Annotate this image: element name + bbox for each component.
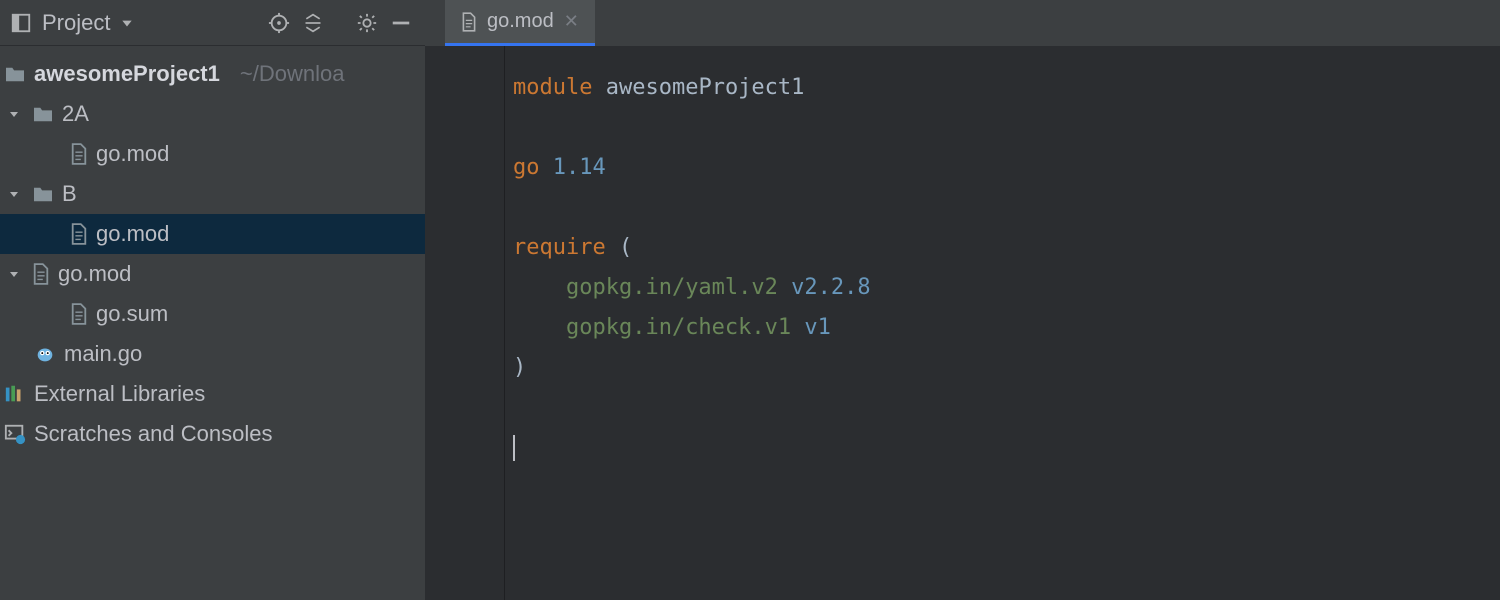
code-paren: ): [513, 355, 526, 380]
code-version: v2.2.8: [791, 275, 870, 300]
tree-external-libraries[interactable]: External Libraries: [0, 374, 425, 414]
code-keyword: go: [513, 155, 540, 180]
tree-file-gosum[interactable]: go.sum: [0, 294, 425, 334]
project-root-hint: ~/Downloa: [240, 61, 345, 87]
tree-item-label: go.mod: [96, 221, 169, 247]
code-package: gopkg.in/yaml.v2: [566, 275, 778, 300]
editor-body[interactable]: module awesomeProject1 go 1.14 require (…: [425, 46, 1500, 600]
project-toolbar: Project: [0, 0, 425, 46]
tree-item-label: go.mod: [96, 141, 169, 167]
chevron-down-icon[interactable]: [4, 108, 24, 120]
project-tree: awesomeProject1 ~/Downloa 2A go.mod: [0, 46, 425, 600]
tree-item-label: B: [62, 181, 77, 207]
project-sidebar: Project: [0, 0, 425, 600]
tree-item-label: Scratches and Consoles: [34, 421, 272, 447]
code-version: v1: [804, 315, 831, 340]
tree-item-label: 2A: [62, 101, 89, 127]
editor-tab-bar: go.mod ✕: [425, 0, 1500, 46]
project-root-label: awesomeProject1: [34, 61, 220, 87]
code-package: gopkg.in/check.v1: [566, 315, 791, 340]
settings-gear-icon[interactable]: [353, 9, 381, 37]
select-opened-file-icon[interactable]: [265, 9, 293, 37]
project-root-row[interactable]: awesomeProject1 ~/Downloa: [0, 54, 425, 94]
code-area[interactable]: module awesomeProject1 go 1.14 require (…: [505, 46, 879, 600]
tree-folder-2a[interactable]: 2A: [0, 94, 425, 134]
close-tab-icon[interactable]: ✕: [564, 11, 579, 32]
tree-file-b-gomod[interactable]: go.mod: [0, 214, 425, 254]
file-icon: [32, 263, 50, 285]
scratches-icon: [4, 423, 26, 445]
code-number: 1.14: [553, 155, 606, 180]
chevron-down-icon[interactable]: [4, 268, 24, 280]
project-panel-icon: [10, 12, 32, 34]
code-keyword: module: [513, 75, 592, 100]
tree-folder-b[interactable]: B: [0, 174, 425, 214]
file-icon: [70, 303, 88, 325]
tree-item-label: go.mod: [58, 261, 131, 287]
libraries-icon: [4, 383, 26, 405]
tree-item-label: main.go: [64, 341, 142, 367]
hide-panel-icon[interactable]: [387, 9, 415, 37]
project-toolbar-title[interactable]: Project: [42, 10, 110, 36]
folder-icon: [4, 65, 26, 83]
chevron-down-icon[interactable]: [120, 16, 134, 30]
file-icon: [461, 12, 477, 32]
code-keyword: require: [513, 235, 606, 260]
chevron-down-icon[interactable]: [4, 188, 24, 200]
editor-tab-gomod[interactable]: go.mod ✕: [445, 0, 595, 46]
file-icon: [70, 143, 88, 165]
file-icon: [70, 223, 88, 245]
tree-item-label: go.sum: [96, 301, 168, 327]
folder-icon: [32, 105, 54, 123]
expand-all-icon[interactable]: [299, 9, 327, 37]
tree-file-2a-gomod[interactable]: go.mod: [0, 134, 425, 174]
editor-tab-label: go.mod: [487, 10, 554, 33]
tree-item-label: External Libraries: [34, 381, 205, 407]
tree-scratches-consoles[interactable]: Scratches and Consoles: [0, 414, 425, 454]
go-file-icon: [34, 343, 56, 365]
editor-gutter: [425, 46, 505, 600]
editor-pane: go.mod ✕ module awesomeProject1 go 1.14 …: [425, 0, 1500, 600]
tree-file-root-gomod[interactable]: go.mod: [0, 254, 425, 294]
editor-cursor: [513, 435, 515, 461]
tree-file-main-go[interactable]: main.go: [0, 334, 425, 374]
code-ident: awesomeProject1: [606, 75, 805, 100]
folder-icon: [32, 185, 54, 203]
code-paren: (: [619, 235, 632, 260]
